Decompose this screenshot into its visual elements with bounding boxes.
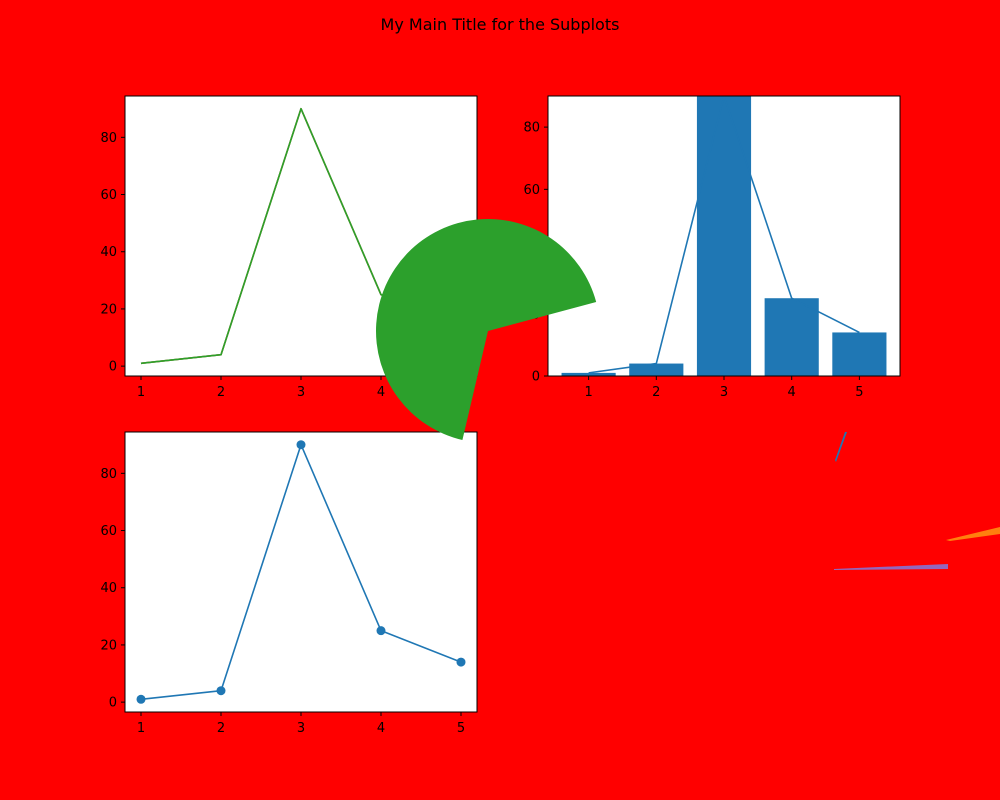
bar (764, 298, 819, 376)
y-tick-label: 0 (109, 696, 117, 711)
data-point (216, 686, 226, 696)
y-tick-label: 0 (109, 360, 117, 375)
y-tick-label: 80 (100, 131, 117, 146)
y-tick-label: 0 (532, 370, 540, 385)
x-tick-label: 5 (855, 385, 863, 400)
y-tick-label: 60 (100, 524, 117, 539)
bar (696, 96, 752, 376)
data-point (456, 657, 466, 667)
y-tick-label: 40 (100, 245, 117, 260)
x-tick-label: 3 (297, 385, 305, 400)
data-point (376, 626, 386, 636)
axes-background (125, 432, 477, 712)
data-point (296, 440, 306, 450)
y-tick-label: 80 (523, 121, 540, 136)
subplot-bottom-left-line-markers: 1 2 3 4 5 0 20 40 60 80 (100, 431, 478, 736)
x-tick-label: 5 (457, 721, 465, 736)
y-tick-label: 20 (100, 302, 117, 317)
x-tick-label: 4 (377, 721, 385, 736)
x-tick-label: 1 (137, 721, 145, 736)
x-tick-label: 4 (788, 385, 796, 400)
y-tick-label: 60 (100, 188, 117, 203)
subplot-top-right-bar: 12345020406080 (523, 95, 901, 400)
x-tick-label: 2 (217, 721, 225, 736)
x-tick-label: 1 (137, 385, 145, 400)
y-tick-label: 20 (100, 638, 117, 653)
x-tick-label: 3 (720, 385, 728, 400)
bar (832, 332, 887, 376)
x-tick-label: 4 (377, 385, 385, 400)
data-point (136, 694, 146, 704)
y-tick-label: 60 (523, 183, 540, 198)
figure-title: My Main Title for the Subplots (381, 15, 620, 34)
x-tick-label: 3 (297, 721, 305, 736)
y-tick-label: 40 (100, 581, 117, 596)
x-tick-label: 1 (584, 385, 592, 400)
x-tick-label: 2 (217, 385, 225, 400)
x-tick-label: 2 (652, 385, 660, 400)
figure: My Main Title for the Subplots 123450204… (0, 0, 1000, 800)
y-tick-label: 80 (100, 467, 117, 482)
